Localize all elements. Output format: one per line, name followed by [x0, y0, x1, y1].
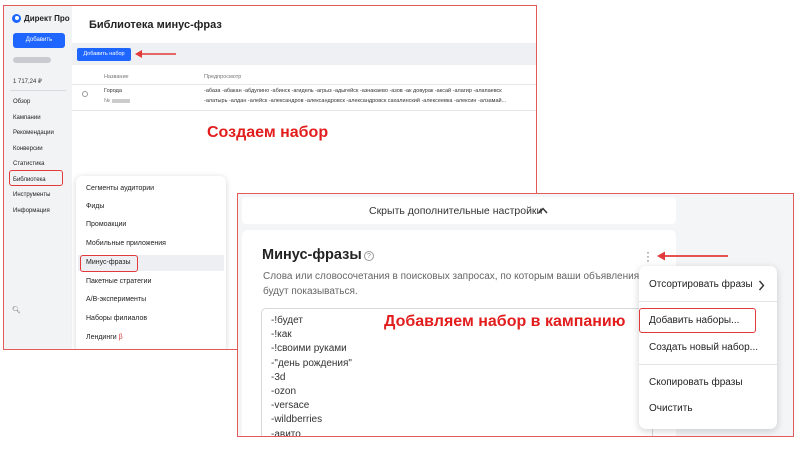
sidebar-item-recommendations[interactable]: Рекомендации: [13, 130, 54, 146]
row-name[interactable]: Города: [104, 88, 122, 94]
phrase-item: -ozon: [271, 385, 297, 397]
annotation-create-set: Создаем набор: [207, 124, 329, 141]
table-divider: [72, 84, 536, 85]
section-description: Слова или словосочетания в поисковых зап…: [263, 271, 653, 297]
sidebar-nav: Обзор Кампании Рекомендации Конверсии Ст…: [13, 99, 54, 223]
sidebar-item-info[interactable]: Информация: [13, 208, 54, 224]
phrase-item: -wildberries: [271, 414, 323, 426]
minus-phrases-highlight-box: [80, 255, 138, 272]
dropdown-item-strategies[interactable]: Пакетные стратегии: [86, 278, 151, 285]
add-sets-highlight-box: [639, 308, 756, 333]
dropdown-item-branches[interactable]: Наборы филиалов: [86, 315, 147, 322]
arrow-to-kebab: [657, 251, 728, 261]
sidebar-item-conversions[interactable]: Конверсии: [13, 146, 54, 162]
advanced-settings-toggle[interactable]: Скрыть дополнительные настройки: [242, 197, 676, 224]
row-number-blurred: [111, 98, 130, 103]
account-balance: 1 717,24 ₽: [13, 79, 42, 85]
advanced-settings-label: Скрыть дополнительные настройки: [369, 205, 543, 217]
beta-badge: β: [118, 334, 123, 341]
column-header-name[interactable]: Название: [104, 74, 129, 80]
dropdown-item-promo[interactable]: Промоакции: [86, 221, 126, 228]
add-set-button[interactable]: Добавить набор: [77, 48, 131, 61]
menu-item-clear[interactable]: Очистить: [649, 403, 693, 414]
sidebar-item-campaigns[interactable]: Кампании: [13, 115, 54, 131]
key-icon[interactable]: 🔍︎: [12, 306, 21, 314]
sidebar-item-overview[interactable]: Обзор: [13, 99, 54, 115]
phrase-item: -авито: [271, 428, 301, 437]
help-icon[interactable]: ?: [364, 251, 374, 261]
row-radio[interactable]: [82, 91, 88, 97]
menu-item-sort[interactable]: Отсортировать фразы: [649, 279, 753, 290]
dropdown-item-ab[interactable]: A/B-эксперименты: [86, 296, 146, 303]
menu-divider: [639, 364, 777, 365]
column-header-preview: Предпросмотр: [204, 74, 242, 80]
menu-item-create-set[interactable]: Создать новый набор...: [649, 342, 758, 353]
phrase-item: -!будет: [271, 315, 303, 326]
arrow-to-add-set: [135, 50, 176, 58]
phrase-item: -"день рождения": [271, 357, 352, 369]
row-preview-line1: -абаза -абакан -абдулино -абинск -агидел…: [204, 88, 502, 94]
dropdown-item-landings-label: Лендинги: [86, 334, 117, 341]
sidebar-item-tools[interactable]: Инструменты: [13, 192, 54, 208]
library-highlight-box: [9, 170, 63, 186]
phrase-item: -!как: [271, 329, 292, 341]
row-number-prefix: №: [104, 98, 110, 104]
row-number: №: [104, 98, 130, 104]
logo-icon: [12, 14, 21, 23]
phrase-item: -versace: [271, 400, 310, 412]
library-dropdown: Сегменты аудитории Фиды Промоакции Мобил…: [76, 176, 226, 349]
dropdown-item-feeds[interactable]: Фиды: [86, 203, 104, 210]
section-title: Минус-фразы: [262, 247, 362, 263]
chevron-right-icon: [758, 280, 765, 291]
campaign-screenshot: Скрыть дополнительные настройки Минус-фр…: [237, 193, 794, 437]
menu-divider: [639, 301, 777, 302]
annotation-add-to-campaign: Добавляем набор в кампанию: [384, 313, 626, 330]
phrases-list: -!будет -!как -!своими руками -"день рож…: [271, 315, 352, 437]
sidebar: Директ Про Добавить 1 717,24 ₽ Обзор Кам…: [4, 6, 72, 349]
dropdown-item-segments[interactable]: Сегменты аудитории: [86, 185, 154, 192]
brand-name: Директ Про: [24, 14, 70, 23]
dropdown-item-mobile-apps[interactable]: Мобильные приложения: [86, 240, 166, 247]
kebab-menu-icon[interactable]: · · ·: [646, 246, 650, 266]
account-login-blurred: [13, 57, 51, 63]
brand-logo[interactable]: Директ Про: [12, 14, 70, 23]
add-button[interactable]: Добавить: [13, 33, 65, 48]
dropdown-item-landings[interactable]: Лендинги β: [86, 334, 123, 341]
chevron-up-icon: [538, 207, 548, 214]
page-title: Библиотека минус-фраз: [89, 19, 222, 31]
phrase-item: -!своими руками: [271, 343, 347, 355]
phrase-item: -3d: [271, 371, 286, 383]
sidebar-divider: [10, 90, 66, 91]
menu-item-copy[interactable]: Скопировать фразы: [649, 377, 743, 388]
phrases-actions-menu: Отсортировать фразы Добавить наборы... С…: [639, 266, 777, 429]
row-preview-line2: -алатырь -алдан -алейск -александров -ал…: [204, 98, 507, 104]
table-divider: [72, 110, 536, 111]
